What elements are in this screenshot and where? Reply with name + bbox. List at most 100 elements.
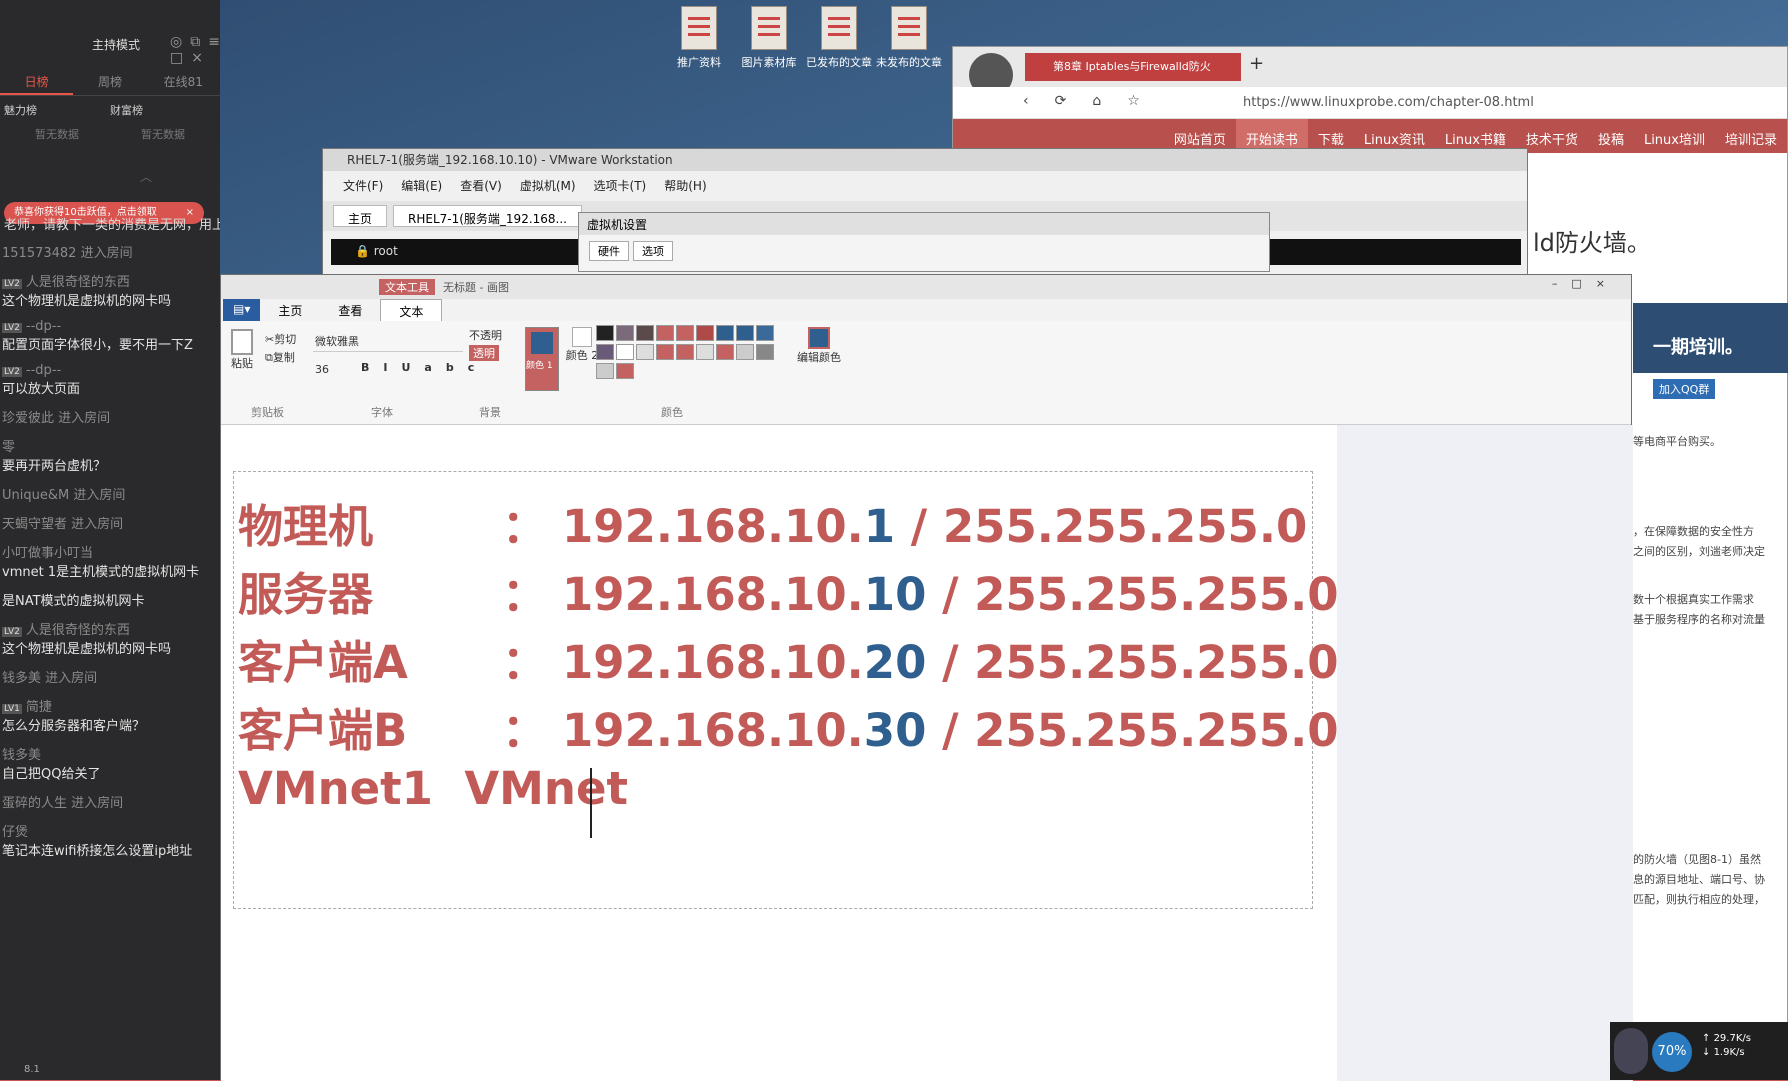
tab-vm[interactable]: RHEL7-1(服务端_192.168... <box>393 205 582 227</box>
chat-username[interactable]: 仔煲 <box>2 821 218 840</box>
color-swatch[interactable] <box>676 344 694 360</box>
desktop-icon-unpublished[interactable]: 未发布的文章 <box>870 6 948 70</box>
cut-button[interactable]: ✂剪切 <box>265 331 296 347</box>
canvas-area[interactable]: 物理机： 192.168.10.1 / 255.255.255.0 服务器： 192… <box>221 425 1633 1081</box>
join-qq-button[interactable]: 加入QQ群 <box>1653 379 1716 399</box>
chevron-down-icon[interactable]: ︿ <box>140 168 152 185</box>
menu-item[interactable]: 查看(V) <box>460 177 502 195</box>
username-text: 天蝎守望者 进入房间 <box>2 517 124 532</box>
chat-username[interactable]: 钱多美 进入房间 <box>2 667 218 686</box>
tab-daily[interactable]: 日榜 <box>0 70 74 95</box>
color-swatch[interactable] <box>616 344 634 360</box>
username-text: 151573482 进入房间 <box>2 246 133 261</box>
url-field[interactable]: https://www.linuxprobe.com/chapter-08.ht… <box>1243 95 1534 110</box>
chat-text: 怎么分服务器和客户端？ <box>2 719 146 734</box>
color-swatch[interactable] <box>696 344 714 360</box>
new-tab-button[interactable]: + <box>1249 53 1264 74</box>
drawing-sheet[interactable]: 物理机： 192.168.10.1 / 255.255.255.0 服务器： 192… <box>221 425 1339 1081</box>
tab-hardware[interactable]: 硬件 <box>589 241 629 261</box>
tab-home[interactable]: 主页 <box>333 205 388 227</box>
color-swatch[interactable] <box>656 344 674 360</box>
line-label: 客户端B <box>238 704 408 757</box>
color-swatch[interactable] <box>676 325 694 341</box>
opaque-button[interactable]: 不透明 <box>469 327 502 343</box>
color-swatch[interactable] <box>736 344 754 360</box>
tab-online[interactable]: 在线81 <box>147 70 220 95</box>
tab-text[interactable]: 文本 <box>380 299 443 321</box>
chat-username[interactable]: 151573482 进入房间 <box>2 242 218 261</box>
color2-button[interactable]: 颜色 2 <box>565 327 599 363</box>
font-style-buttons[interactable]: BIUabc <box>361 361 488 374</box>
chat-username[interactable]: LV1 简捷 <box>2 696 218 715</box>
tab-view[interactable]: 查看 <box>320 299 380 321</box>
site-nav-item[interactable]: 培训记录 <box>1715 119 1787 153</box>
color-swatch[interactable] <box>636 344 654 360</box>
copy-button[interactable]: ⧉复制 <box>265 349 295 365</box>
color-swatch[interactable] <box>596 325 614 341</box>
menu-item[interactable]: 编辑(E) <box>401 177 442 195</box>
transparent-button[interactable]: 透明 <box>469 345 499 361</box>
color-swatch[interactable] <box>716 344 734 360</box>
file-icon <box>891 6 927 50</box>
color-swatch[interactable] <box>656 325 674 341</box>
desktop-icon-published[interactable]: 已发布的文章 <box>800 6 878 70</box>
font-name-select[interactable]: 微软雅黑 <box>313 331 463 352</box>
color-swatch[interactable] <box>756 344 774 360</box>
color-swatch[interactable] <box>616 325 634 341</box>
tab-home[interactable]: 主页 <box>260 299 320 321</box>
desktop-icon-promo[interactable]: 推广资料 <box>660 6 738 70</box>
browser-tab[interactable]: 第8章 Iptables与Firewalld防火 <box>1025 53 1241 81</box>
menu-item[interactable]: 虚拟机(M) <box>520 177 576 195</box>
window-controls[interactable]: ◎⧉≡–□× <box>170 34 220 66</box>
color-swatch[interactable] <box>596 363 614 379</box>
dialog-title: 虚拟机设置 <box>579 213 1269 235</box>
group-font: 字体 <box>371 406 393 419</box>
color-swatch[interactable] <box>616 363 634 379</box>
chat-username[interactable]: LV2 --dp-- <box>2 319 218 334</box>
paste-button[interactable]: 粘贴 <box>231 329 253 371</box>
color1-swatch <box>531 332 553 354</box>
menu-item[interactable]: 帮助(H) <box>664 177 706 195</box>
color-swatch[interactable] <box>636 325 654 341</box>
font-size-select[interactable]: 36 <box>313 361 353 378</box>
file-menu-button[interactable]: ▤▾ <box>223 299 261 321</box>
chat-username[interactable]: 钱多美 <box>2 744 218 763</box>
chat-username[interactable]: LV2 人是很奇怪的东西 <box>2 271 218 290</box>
color1-button[interactable]: 颜色 1 <box>525 327 559 391</box>
chat-username[interactable]: 珍爱彼此 进入房间 <box>2 407 218 426</box>
edit-colors-button[interactable]: 编辑颜色 <box>797 327 841 365</box>
tab-weekly[interactable]: 周榜 <box>73 70 146 95</box>
color-swatch[interactable] <box>596 344 614 360</box>
subnet-mask: / 255.255.255.0 <box>895 500 1308 553</box>
promo-banner[interactable]: 一期培训。 <box>1633 303 1788 373</box>
color-swatch[interactable] <box>736 325 754 341</box>
window-controls[interactable]: –□× <box>1552 277 1619 290</box>
cpu-percent-badge[interactable]: 70% <box>1652 1032 1692 1072</box>
chat-username[interactable]: 零 <box>2 436 218 455</box>
chat-username[interactable]: 天蝎守望者 进入房间 <box>2 513 218 532</box>
scissors-icon: ✂ <box>265 333 275 346</box>
site-nav-item[interactable]: 投稿 <box>1588 119 1634 153</box>
chat-message: 零要再开两台虚机？ <box>0 434 220 476</box>
avatar[interactable] <box>1614 1028 1648 1074</box>
chat-username[interactable]: LV2 人是很奇怪的东西 <box>2 619 218 638</box>
file-icon <box>821 6 857 50</box>
chat-messages: 151573482 进入房间 LV2 人是很奇怪的东西 这个物理机是虚拟机的网卡吗 LV… <box>0 240 220 867</box>
color-swatch[interactable] <box>756 325 774 341</box>
charm-rank-title: 魅力榜 <box>4 104 37 117</box>
site-nav-item[interactable]: Linux培训 <box>1634 119 1715 153</box>
text-box[interactable]: 物理机： 192.168.10.1 / 255.255.255.0 服务器： 192… <box>233 471 1339 909</box>
tab-options[interactable]: 选项 <box>633 241 673 261</box>
chat-username[interactable]: LV2 --dp-- <box>2 363 218 378</box>
nav-buttons[interactable]: ‹⟳⌂☆ <box>1023 93 1166 109</box>
chat-username[interactable]: 蛋碎的人生 进入房间 <box>2 792 218 811</box>
chat-username[interactable]: 小叮做事小叮当 <box>2 542 218 561</box>
color-swatch[interactable] <box>716 325 734 341</box>
color-palette[interactable] <box>595 325 785 382</box>
menu-item[interactable]: 文件(F) <box>343 177 383 195</box>
color-swatch[interactable] <box>696 325 714 341</box>
chat-message: LV2 人是很奇怪的东西 这个物理机是虚拟机的网卡吗 <box>0 617 220 659</box>
menu-item[interactable]: 选项卡(T) <box>594 177 647 195</box>
desktop-icon-images[interactable]: 图片素材库 <box>730 6 808 70</box>
chat-username[interactable]: Unique&M 进入房间 <box>2 484 218 503</box>
